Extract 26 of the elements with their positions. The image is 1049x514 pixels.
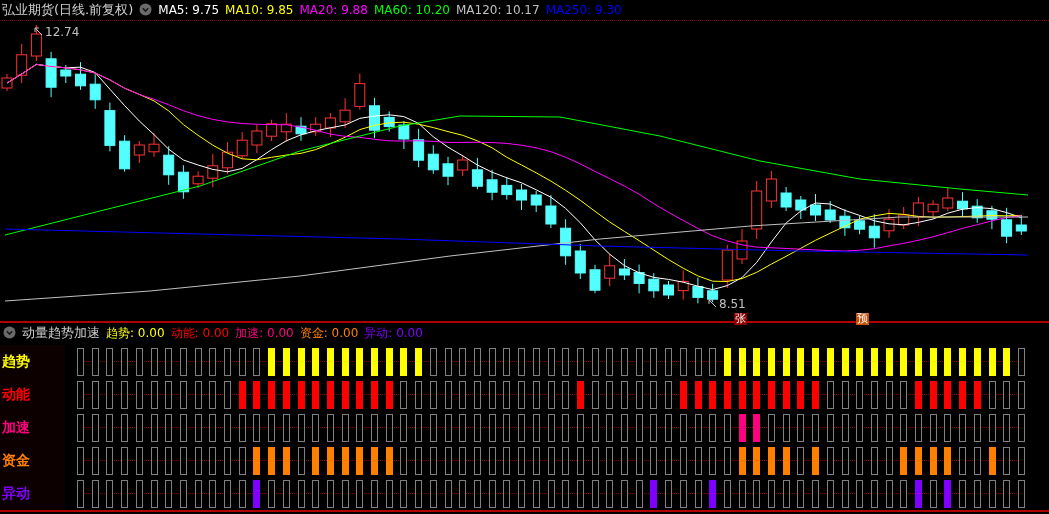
indicator-row-label: 异动 xyxy=(1,484,30,503)
signal-badge: 预 xyxy=(856,312,869,325)
indicator-title: 动量趋势加速 xyxy=(22,323,100,342)
ma-legend-label: MA5: 9.75 xyxy=(158,1,220,19)
collapse-icon[interactable] xyxy=(3,326,16,339)
indicator-row-label: 加速 xyxy=(1,418,30,437)
indicator-row-label: 动能 xyxy=(1,385,30,404)
indicator-legend-label: 异动: 0.00 xyxy=(364,324,423,342)
ma-legend-label: MA60: 10.20 xyxy=(373,1,450,19)
indicator-legend-label: 资金: 0.00 xyxy=(299,324,359,342)
low-price-label: 8.51 xyxy=(719,295,746,313)
signal-badge: 张 xyxy=(734,312,747,325)
ma-legend-label: MA120: 10.17 xyxy=(455,1,540,19)
ma-legend-label: MA20: 9.88 xyxy=(299,1,368,19)
arrow-icon xyxy=(34,27,43,37)
indicator-row-label: 资金 xyxy=(1,451,30,470)
chart-title: 弘业期货(日线.前复权) xyxy=(2,1,134,20)
ma-legend-label: MA250: 9.30 xyxy=(545,1,622,19)
indicator-legend-label: 趋势: 0.00 xyxy=(106,324,165,342)
indicator-row-label: 趋势 xyxy=(1,352,30,371)
indicator-legend-label: 动能: 0.00 xyxy=(170,324,230,342)
collapse-icon[interactable] xyxy=(139,3,153,17)
high-price-label: 12.74 xyxy=(45,23,80,41)
arrow-icon xyxy=(708,299,717,309)
indicator-legend-label: 加速: 0.00 xyxy=(235,324,294,342)
ma-legend-label: MA10: 9.85 xyxy=(225,1,294,19)
